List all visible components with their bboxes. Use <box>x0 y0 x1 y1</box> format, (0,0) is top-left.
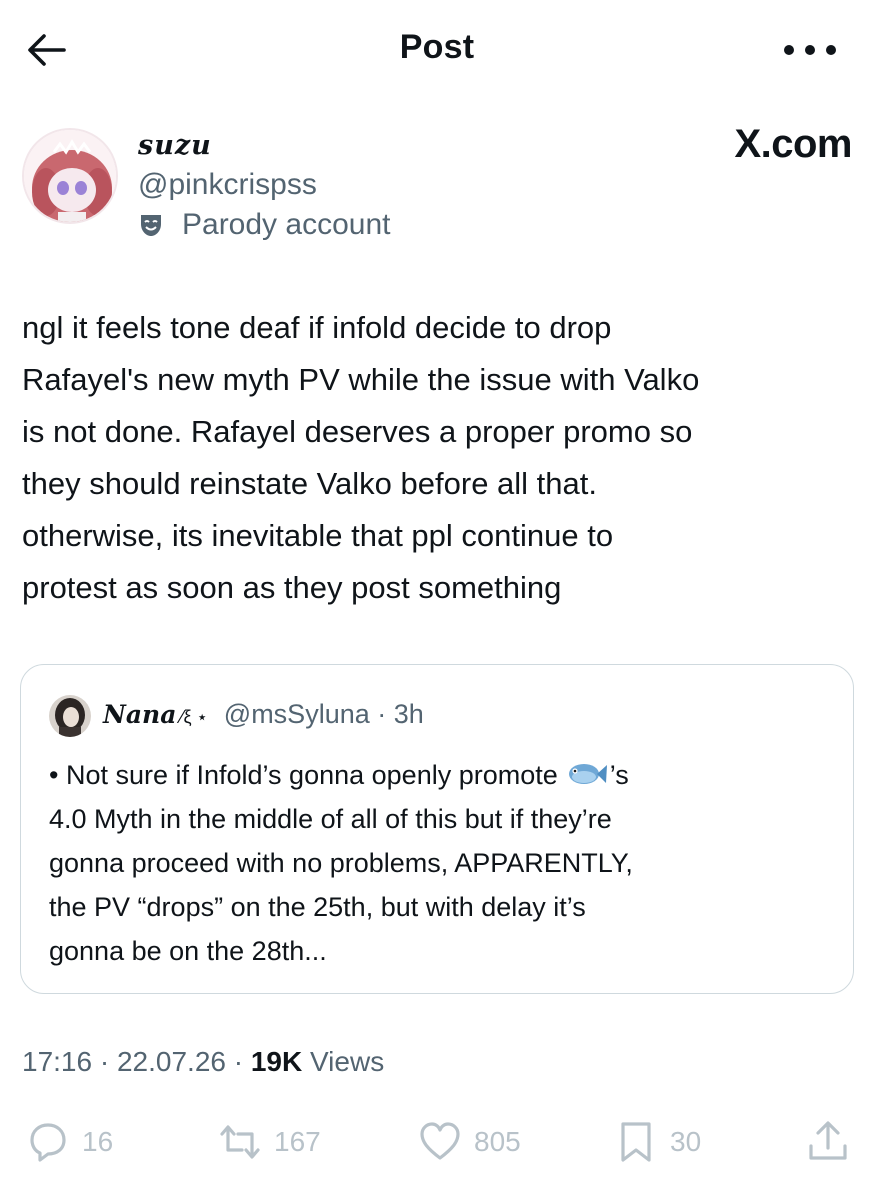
post-text-line: they should reinstate Valko before all t… <box>22 466 597 501</box>
like-button[interactable]: 805 <box>418 1120 521 1164</box>
post-time[interactable]: 17:16 <box>22 1046 92 1077</box>
avatar-image <box>24 130 116 222</box>
post-text-line: otherwise, its inevitable that ppl conti… <box>22 518 614 553</box>
post-text-line: protest as soon as they post something <box>22 570 562 605</box>
parody-label: Parody account <box>138 208 390 242</box>
quoted-text: • Not sure if Infold’s gonna openly prom… <box>49 753 849 973</box>
quoted-handle-time: @msSyluna · 3h <box>223 699 424 729</box>
share-button[interactable] <box>806 1120 862 1164</box>
heart-icon <box>420 1122 460 1160</box>
repost-count: 167 <box>274 1126 321 1157</box>
avatar[interactable] <box>22 128 118 224</box>
author-display-name[interactable]: suzu <box>138 130 212 161</box>
repost-icon <box>220 1125 260 1159</box>
x-com-logo: X.com <box>734 122 852 166</box>
post-date[interactable]: 22.07.26 <box>117 1046 226 1077</box>
action-bar: 16 167 805 30 <box>22 1110 854 1176</box>
post-text: ngl it feels tone deaf if infold decide … <box>22 302 862 614</box>
post-text-line: is not done. Rafayel deserves a proper p… <box>22 414 693 449</box>
page-title: Post <box>399 28 475 66</box>
post-text-line: Rafayel's new myth PV while the issue wi… <box>22 362 700 397</box>
meta-separator: · <box>233 1046 244 1077</box>
meta-separator: · <box>99 1046 110 1077</box>
bookmark-button[interactable]: 30 <box>614 1120 701 1164</box>
quoted-text-line: gonna be on the 28th... <box>49 936 327 966</box>
more-dots-icon <box>784 45 794 55</box>
post-author: suzu @pinkcrispss Parody account X.com <box>22 122 852 258</box>
repost-button[interactable]: 167 <box>218 1120 321 1164</box>
post-meta: 17:16 · 22.07.26 · 19K Views <box>22 1046 384 1078</box>
more-options-button[interactable] <box>784 40 836 60</box>
reply-count: 16 <box>82 1126 114 1157</box>
quoted-avatar-image <box>49 695 91 737</box>
top-bar: Post <box>0 0 874 100</box>
quoted-header: Nana ⁄ξ ⋆ @msSyluna · 3h <box>103 699 424 730</box>
views-label: Views <box>310 1046 385 1077</box>
post-text-line: ngl it feels tone deaf if infold decide … <box>22 310 612 345</box>
share-icon <box>809 1121 847 1160</box>
quoted-post[interactable]: Nana ⁄ξ ⋆ @msSyluna · 3h • Not sure if I… <box>20 664 854 994</box>
reply-icon <box>30 1123 66 1162</box>
views-count: 19K <box>250 1046 303 1077</box>
reply-button[interactable]: 16 <box>26 1120 113 1164</box>
quoted-text-line: 4.0 Myth in the middle of all of this bu… <box>49 804 612 834</box>
quoted-avatar[interactable] <box>49 695 91 737</box>
fish-emoji-icon <box>568 764 607 784</box>
parody-mask-icon <box>141 215 161 236</box>
quoted-name-decoration: ⁄ξ ⋆ <box>180 707 208 727</box>
parody-label-text: Parody account <box>182 208 391 241</box>
quoted-text-line: the PV “drops” on the 25th, but with del… <box>49 892 586 922</box>
like-count: 805 <box>474 1126 521 1157</box>
bookmark-icon <box>621 1122 651 1162</box>
quoted-display-name[interactable]: Nana <box>103 700 176 729</box>
bookmark-count: 30 <box>670 1126 702 1157</box>
author-handle[interactable]: @pinkcrispss <box>138 168 317 202</box>
quoted-text-line: • Not sure if Infold’s gonna openly prom… <box>49 760 629 790</box>
quoted-text-line: gonna proceed with no problems, APPARENT… <box>49 848 633 878</box>
